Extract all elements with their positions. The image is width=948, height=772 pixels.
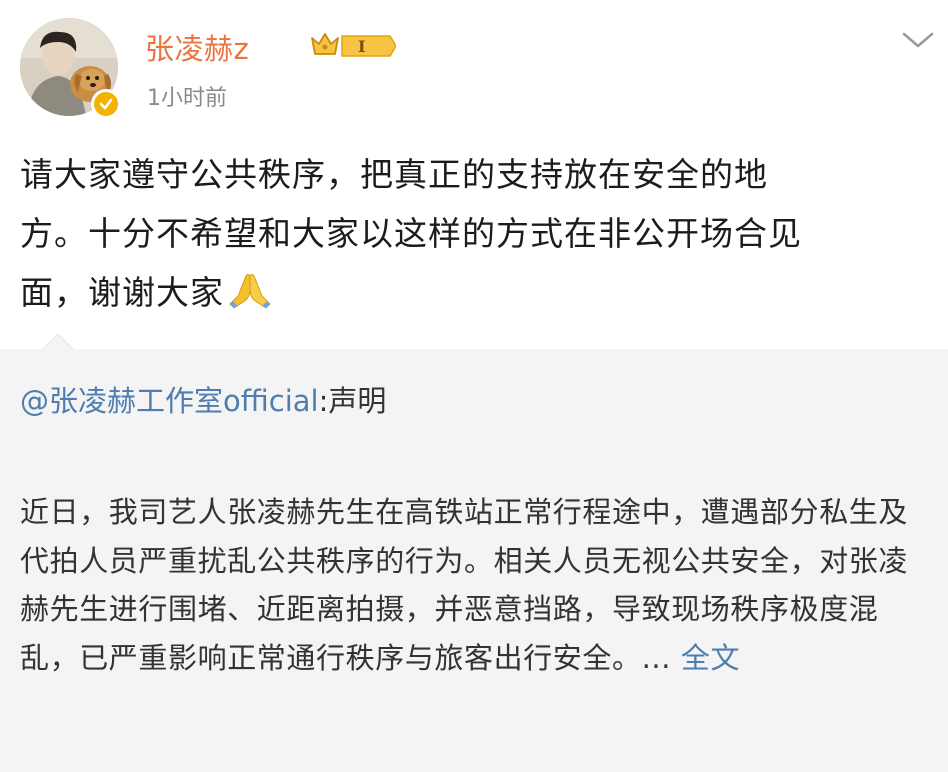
chevron-down-icon[interactable] (900, 28, 936, 52)
post-text-segment: 面，谢谢大家 (20, 273, 224, 312)
vip-level: I (358, 37, 365, 56)
repost-header: @张凌赫工作室official:声明 (20, 378, 386, 420)
vip-crown-badge-icon[interactable]: I (308, 30, 397, 62)
post-text-line: 请大家遵守公共秩序，把真正的支持放在安全的地 (20, 155, 768, 194)
post-timestamp: 1小时前 (147, 86, 227, 111)
repost-pointer-icon (42, 333, 74, 350)
verified-badge-icon (91, 89, 121, 119)
repost-separator: : (318, 384, 329, 418)
repost-body: 近日，我司艺人张凌赫先生在高铁站正常行程途中，遭遇部分私生及代拍人员严重扰乱公共… (20, 495, 909, 675)
post-text-line: 方。十分不希望和大家以这样的方式在非公开场合见 (20, 214, 802, 253)
check-icon (99, 98, 113, 110)
repost-ellipsis: ... (641, 640, 681, 675)
repost-title: 声明 (328, 384, 387, 418)
repost-text: 近日，我司艺人张凌赫先生在高铁站正常行程途中，遭遇部分私生及代拍人员严重扰乱公共… (20, 488, 932, 682)
post-text: 请大家遵守公共秩序，把真正的支持放在安全的地 方。十分不希望和大家以这样的方式在… (20, 145, 925, 322)
full-text-link[interactable]: 全文 (681, 641, 740, 675)
username[interactable]: 张凌赫z (145, 26, 249, 68)
repost-author-link[interactable]: @张凌赫工作室official (20, 384, 319, 418)
post-text-line: 面，谢谢大家 (20, 263, 925, 322)
pray-emoji-icon (228, 269, 272, 309)
weibo-post: 张凌赫z I 1小时前 请大家遵守公共秩序，把真正的支持放在安全的地 方。十分不… (0, 0, 948, 772)
